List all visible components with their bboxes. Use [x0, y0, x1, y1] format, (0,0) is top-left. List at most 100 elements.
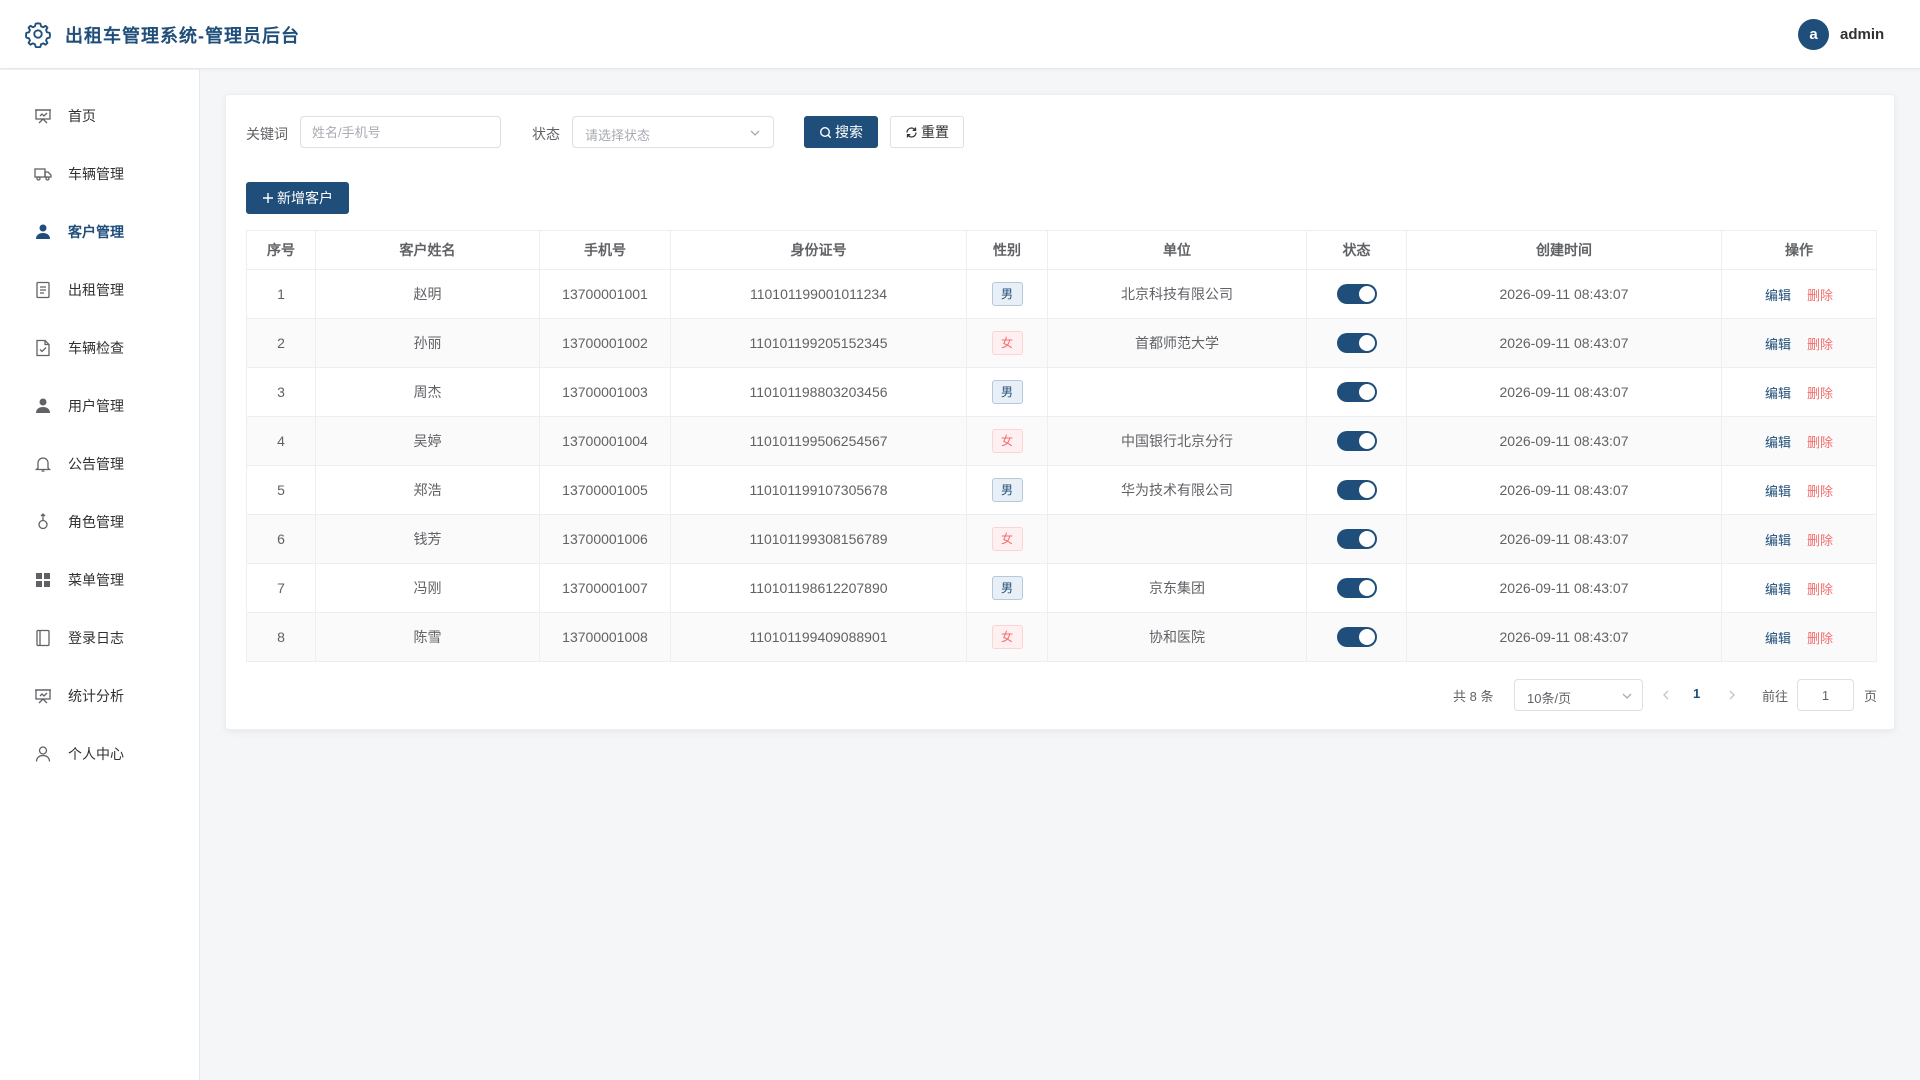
sidebar: 首页 车辆管理 客户管理 出租管理 车辆检查 用户管理 公告管理 角色管理 菜单… — [0, 70, 200, 1080]
gender-tag: 女 — [991, 625, 1023, 649]
status-switch[interactable] — [1336, 382, 1377, 402]
edit-button[interactable]: 编辑 — [1765, 582, 1791, 597]
status-select[interactable]: 请选择状态 — [572, 116, 774, 148]
add-customer-button[interactable]: 新增客户 — [246, 182, 349, 214]
delete-button[interactable]: 删除 — [1807, 337, 1833, 352]
page-number-current[interactable]: 1 — [1693, 686, 1700, 701]
id-card: 110101199506254567 — [670, 416, 967, 466]
delete-button[interactable]: 删除 — [1807, 631, 1833, 646]
presentation-icon — [35, 689, 51, 704]
table-row: 3 周杰 13700001003 110101198803203456 男 20… — [246, 367, 1877, 417]
customer-name: 冯刚 — [315, 563, 540, 613]
status-select-placeholder: 请选择状态 — [585, 128, 651, 143]
organization: 北京科技有限公司 — [1047, 269, 1307, 319]
delete-button[interactable]: 删除 — [1807, 288, 1833, 303]
column-header: 状态 — [1306, 230, 1407, 270]
grid-icon — [36, 573, 50, 587]
sidebar-item-vehicles[interactable]: 车辆管理 — [0, 145, 199, 203]
organization: 华为技术有限公司 — [1047, 465, 1307, 515]
id-card: 110101199001011234 — [670, 269, 967, 319]
search-icon — [819, 126, 832, 138]
gender-tag: 男 — [991, 576, 1023, 600]
edit-button[interactable]: 编辑 — [1765, 484, 1791, 499]
delete-button[interactable]: 删除 — [1807, 582, 1833, 597]
gender-tag: 男 — [991, 380, 1023, 404]
sidebar-item-statistics[interactable]: 统计分析 — [0, 667, 199, 725]
created-time: 2026-09-11 08:43:07 — [1406, 465, 1722, 515]
sidebar-item-label: 首页 — [68, 108, 96, 124]
page-size-select[interactable]: 10条/页 — [1514, 679, 1643, 711]
sidebar-item-login-log[interactable]: 登录日志 — [0, 609, 199, 667]
sidebar-item-inspections[interactable]: 车辆检查 — [0, 319, 199, 377]
row-index: 5 — [246, 465, 316, 515]
status-switch[interactable] — [1336, 480, 1377, 500]
column-header: 手机号 — [539, 230, 671, 270]
row-index: 2 — [246, 318, 316, 368]
top-header: 出租车管理系统-管理员后台 a admin — [0, 0, 1920, 69]
status-switch[interactable] — [1336, 627, 1377, 647]
table-row: 8 陈雪 13700001008 110101199409088901 女 协和… — [246, 612, 1877, 662]
keyword-input[interactable] — [300, 116, 501, 148]
customer-name: 赵明 — [315, 269, 540, 319]
id-card: 110101199409088901 — [670, 612, 967, 662]
customer-name: 陈雪 — [315, 612, 540, 662]
customer-name: 郑浩 — [315, 465, 540, 515]
edit-button[interactable]: 编辑 — [1765, 288, 1791, 303]
sidebar-item-roles[interactable]: 角色管理 — [0, 493, 199, 551]
username[interactable]: admin — [1840, 26, 1884, 43]
page-size-value: 10条/页 — [1527, 691, 1572, 706]
sidebar-item-label: 公告管理 — [68, 456, 124, 472]
sidebar-item-menus[interactable]: 菜单管理 — [0, 551, 199, 609]
user-outline-icon — [35, 746, 51, 762]
delete-button[interactable]: 删除 — [1807, 484, 1833, 499]
delete-button[interactable]: 删除 — [1807, 533, 1833, 548]
edit-button[interactable]: 编辑 — [1765, 337, 1791, 352]
goto-label: 前往 — [1762, 689, 1789, 704]
status-switch[interactable] — [1336, 529, 1377, 549]
created-time: 2026-09-11 08:43:07 — [1406, 563, 1722, 613]
column-header: 身份证号 — [670, 230, 967, 270]
sidebar-item-profile[interactable]: 个人中心 — [0, 725, 199, 783]
created-time: 2026-09-11 08:43:07 — [1406, 416, 1722, 466]
customer-name: 吴婷 — [315, 416, 540, 466]
row-index: 6 — [246, 514, 316, 564]
edit-button[interactable]: 编辑 — [1765, 435, 1791, 450]
organization — [1047, 514, 1307, 564]
phone: 13700001008 — [539, 612, 671, 662]
id-card: 110101199308156789 — [670, 514, 967, 564]
sidebar-item-label: 统计分析 — [68, 688, 124, 704]
status-switch[interactable] — [1336, 431, 1377, 451]
sidebar-item-customers[interactable]: 客户管理 — [0, 203, 199, 261]
phone: 13700001006 — [539, 514, 671, 564]
gender-tag: 女 — [991, 429, 1023, 453]
chevron-left-icon[interactable] — [1659, 688, 1673, 702]
status-switch[interactable] — [1336, 333, 1377, 353]
status-switch[interactable] — [1336, 284, 1377, 304]
avatar[interactable]: a — [1798, 19, 1829, 50]
notebook-icon — [36, 629, 50, 647]
edit-button[interactable]: 编辑 — [1765, 533, 1791, 548]
edit-button[interactable]: 编辑 — [1765, 631, 1791, 646]
organization: 首都师范大学 — [1047, 318, 1307, 368]
gender-tag: 男 — [991, 282, 1023, 306]
phone: 13700001002 — [539, 318, 671, 368]
edit-button[interactable]: 编辑 — [1765, 386, 1791, 401]
reset-button[interactable]: 重置 — [890, 116, 964, 148]
goto-page-input[interactable] — [1797, 679, 1854, 711]
created-time: 2026-09-11 08:43:07 — [1406, 612, 1722, 662]
search-button[interactable]: 搜索 — [804, 116, 878, 148]
sidebar-item-home[interactable]: 首页 — [0, 87, 199, 145]
delete-button[interactable]: 删除 — [1807, 386, 1833, 401]
sidebar-item-users[interactable]: 用户管理 — [0, 377, 199, 435]
customer-panel: 关键词 状态 请选择状态 搜索 重置 新增客户 序号 客户姓名 手机号 身份证号… — [225, 94, 1895, 730]
status-switch[interactable] — [1336, 578, 1377, 598]
delete-button[interactable]: 删除 — [1807, 435, 1833, 450]
customer-name: 孙丽 — [315, 318, 540, 368]
chevron-down-icon — [750, 130, 760, 136]
chevron-right-icon[interactable] — [1725, 688, 1739, 702]
sidebar-item-rentals[interactable]: 出租管理 — [0, 261, 199, 319]
sidebar-item-notices[interactable]: 公告管理 — [0, 435, 199, 493]
dashboard-icon — [35, 109, 51, 124]
table-header-row: 序号 客户姓名 手机号 身份证号 性别 单位 状态 创建时间 操作 — [246, 230, 1877, 270]
id-card: 110101199107305678 — [670, 465, 967, 515]
